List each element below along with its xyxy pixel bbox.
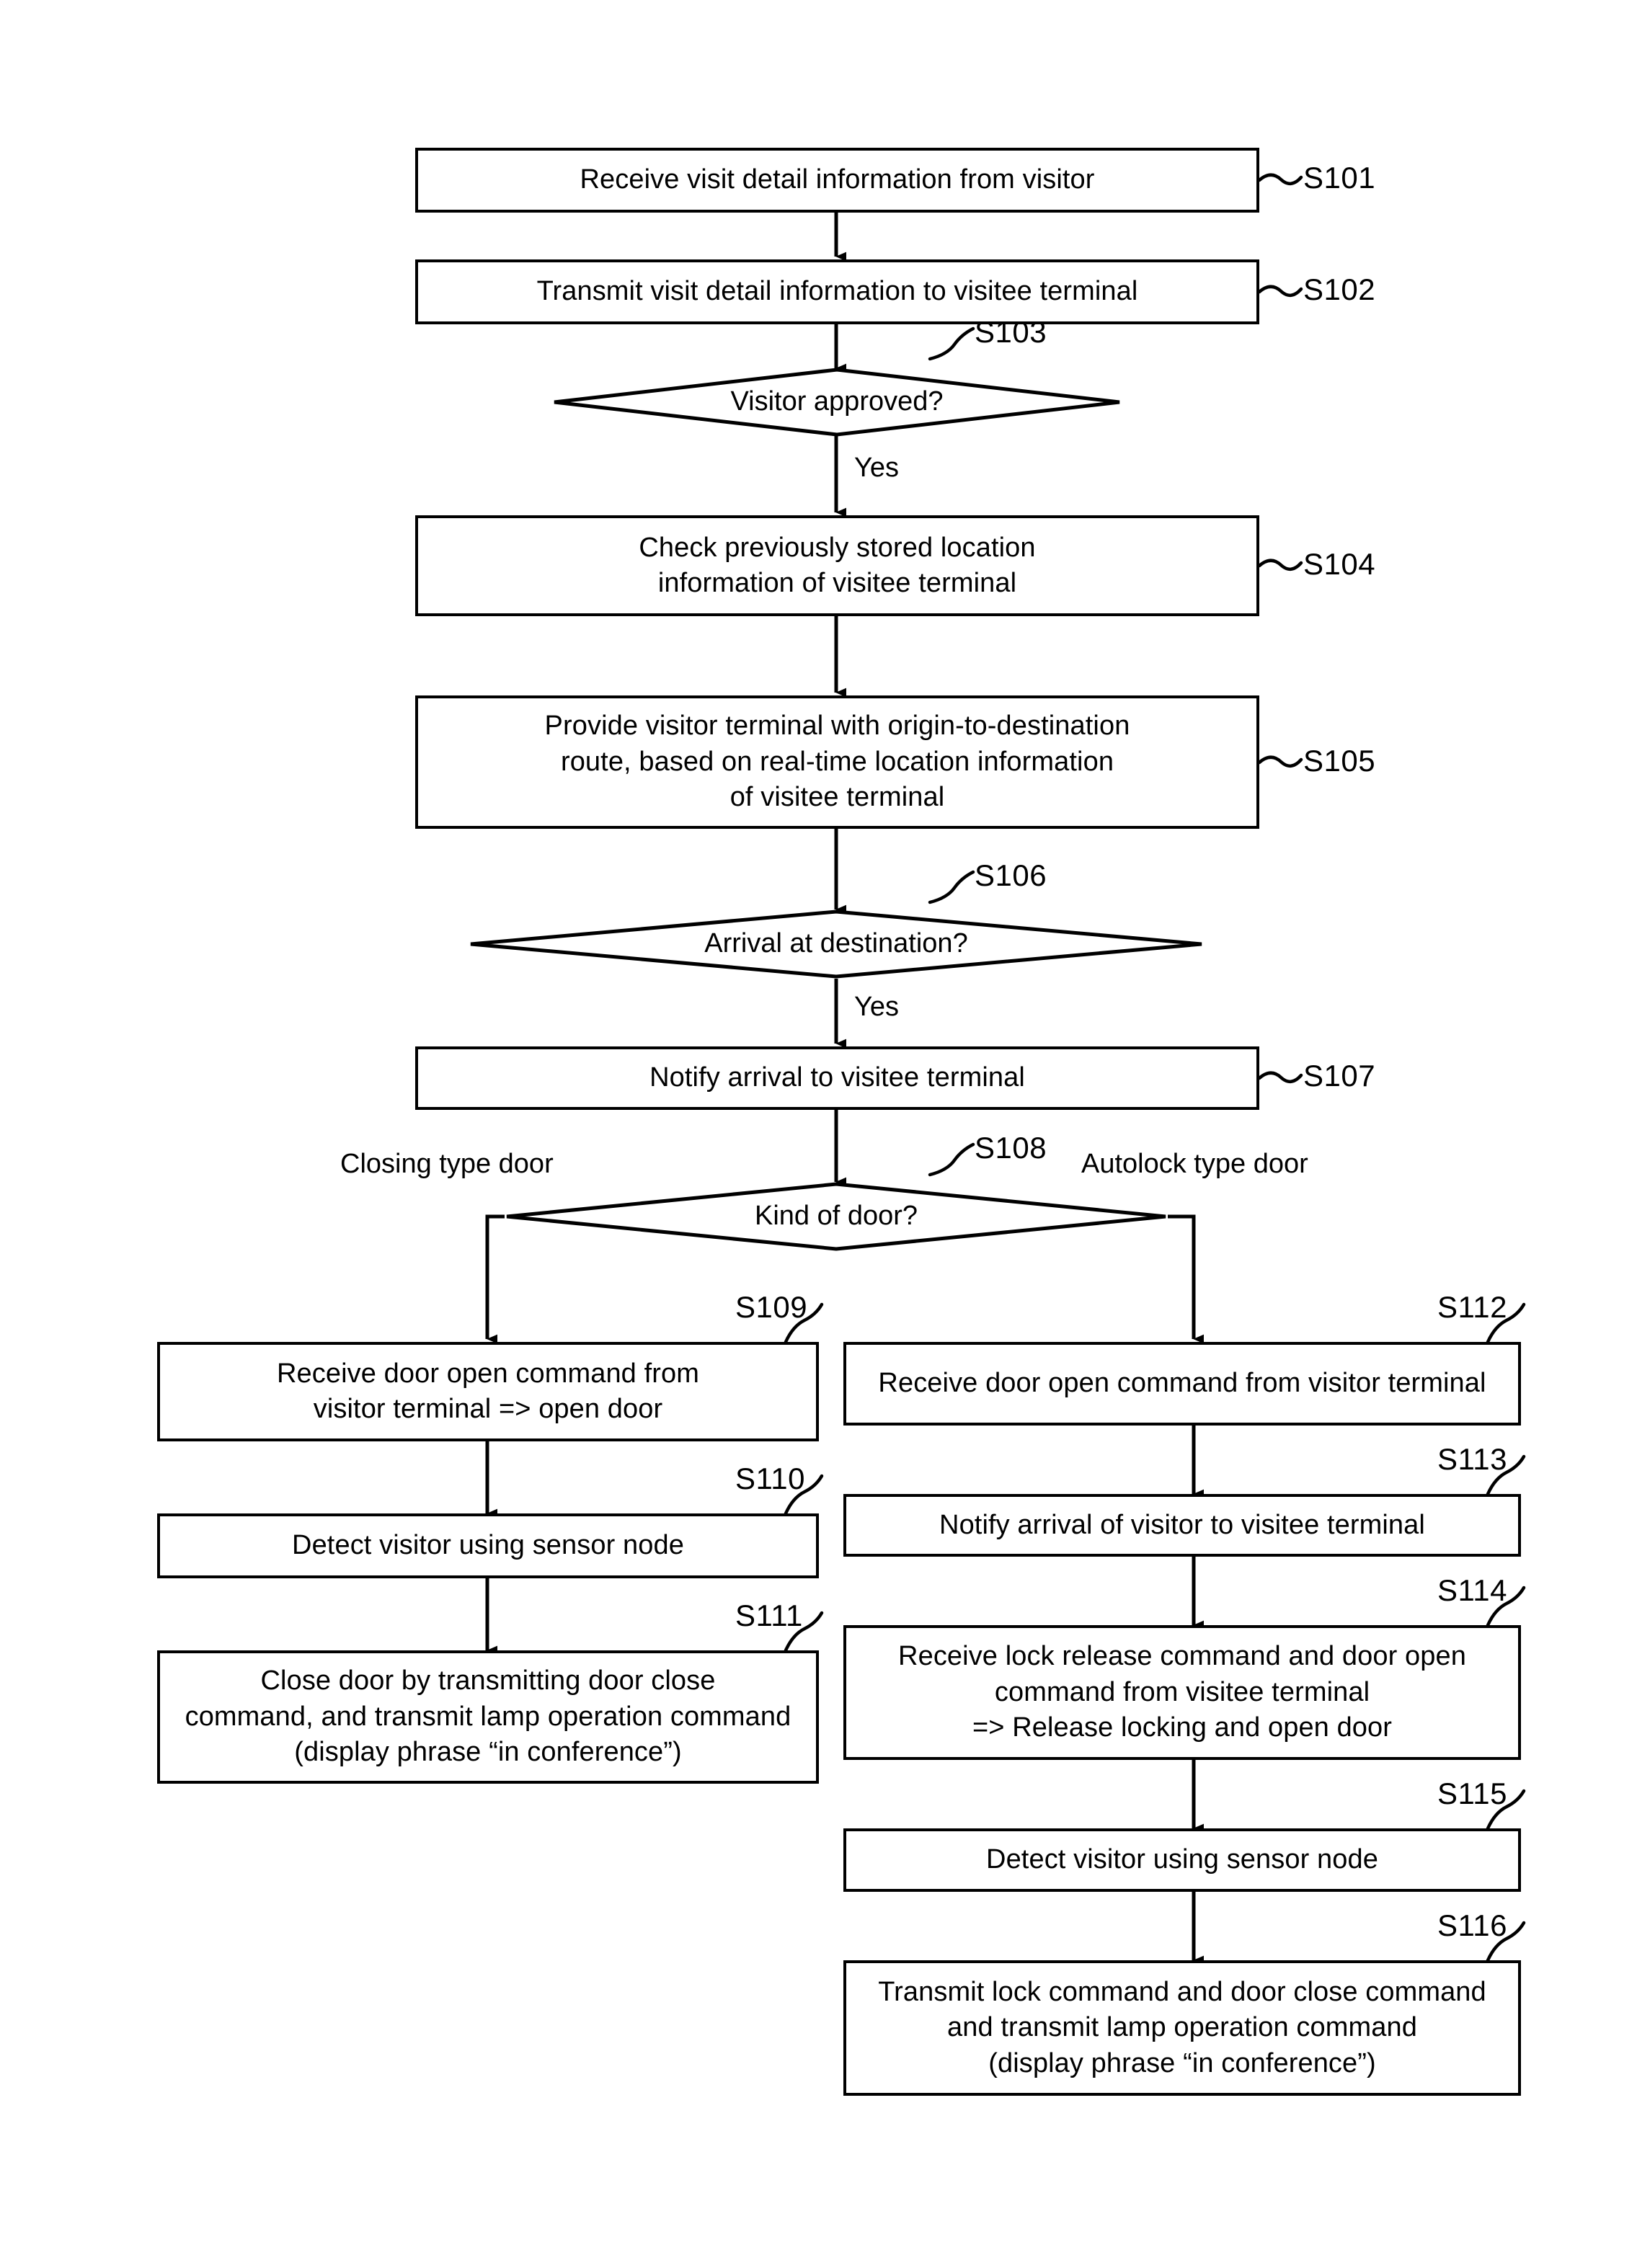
step-tag-s103: S103 (975, 315, 1047, 349)
edge-label-s108-left: Closing type door (340, 1149, 554, 1179)
step-tag-s112: S112 (1437, 1290, 1507, 1324)
node-s112-text: Receive door open command from visitor t… (878, 1368, 1486, 1399)
node-s106-text: Arrival at destination? (704, 928, 968, 959)
node-s112[interactable]: Receive door open command from visitor t… (843, 1342, 1521, 1426)
node-s105[interactable]: Provide visitor terminal with origin-to-… (415, 695, 1259, 829)
step-tag-s111: S111 (735, 1598, 803, 1632)
node-s116[interactable]: Transmit lock command and door close com… (843, 1960, 1521, 2096)
node-s114[interactable]: Receive lock release command and door op… (843, 1625, 1521, 1760)
step-tag-s110: S110 (735, 1462, 805, 1495)
node-s107-text: Notify arrival to visitee terminal (649, 1062, 1025, 1093)
step-tag-s107: S107 (1303, 1059, 1376, 1093)
step-tag-s114: S114 (1437, 1573, 1507, 1607)
node-s106[interactable]: Arrival at destination? (469, 910, 1204, 979)
step-tag-s105: S105 (1303, 744, 1376, 778)
step-tag-s109: S109 (735, 1290, 808, 1324)
node-s108[interactable]: Kind of door? (505, 1182, 1168, 1251)
connector-layer (485, 173, 1526, 1965)
node-s102-text: Transmit visit detail information to vis… (536, 276, 1138, 307)
node-s102[interactable]: Transmit visit detail information to vis… (415, 259, 1259, 324)
flowchart-canvas: Receive visit detail information from vi… (0, 0, 1650, 2268)
node-s111[interactable]: Close door by transmitting door close co… (157, 1650, 819, 1784)
step-tag-s108: S108 (975, 1131, 1047, 1165)
step-tag-s106: S106 (975, 858, 1047, 892)
step-tag-s115: S115 (1437, 1776, 1507, 1810)
node-s109[interactable]: Receive door open command from visitor t… (157, 1342, 819, 1441)
node-s104[interactable]: Check previously stored location informa… (415, 515, 1259, 616)
node-s104-text: Check previously stored location informa… (639, 532, 1036, 598)
node-s113[interactable]: Notify arrival of visitor to visitee ter… (843, 1494, 1521, 1557)
step-tag-s101: S101 (1303, 161, 1376, 195)
node-s103-text: Visitor approved? (730, 386, 944, 417)
node-s109-text: Receive door open command from visitor t… (277, 1358, 699, 1424)
step-tag-s113: S113 (1437, 1442, 1507, 1476)
step-tag-s104: S104 (1303, 547, 1376, 581)
node-s101-text: Receive visit detail information from vi… (580, 164, 1095, 195)
node-s101[interactable]: Receive visit detail information from vi… (415, 148, 1259, 213)
node-s110[interactable]: Detect visitor using sensor node (157, 1513, 819, 1578)
step-tag-s102: S102 (1303, 272, 1376, 306)
step-tag-s116: S116 (1437, 1908, 1507, 1942)
node-s105-text: Provide visitor terminal with origin-to-… (544, 711, 1130, 813)
node-s111-text: Close door by transmitting door close co… (185, 1666, 791, 1768)
node-s113-text: Notify arrival of visitor to visitee ter… (939, 1509, 1425, 1540)
edge-label-s106-yes: Yes (854, 992, 899, 1022)
node-s103[interactable]: Visitor approved? (552, 368, 1122, 437)
node-s114-text: Receive lock release command and door op… (898, 1641, 1466, 1743)
node-s115-text: Detect visitor using sensor node (986, 1844, 1378, 1875)
node-s108-text: Kind of door? (754, 1201, 918, 1232)
node-s115[interactable]: Detect visitor using sensor node (843, 1828, 1521, 1892)
edge-label-s108-right: Autolock type door (1081, 1149, 1308, 1179)
node-s110-text: Detect visitor using sensor node (292, 1530, 684, 1561)
edge-label-s103-yes: Yes (854, 453, 899, 483)
node-s116-text: Transmit lock command and door close com… (878, 1976, 1486, 2078)
node-s107[interactable]: Notify arrival to visitee terminal (415, 1046, 1259, 1110)
